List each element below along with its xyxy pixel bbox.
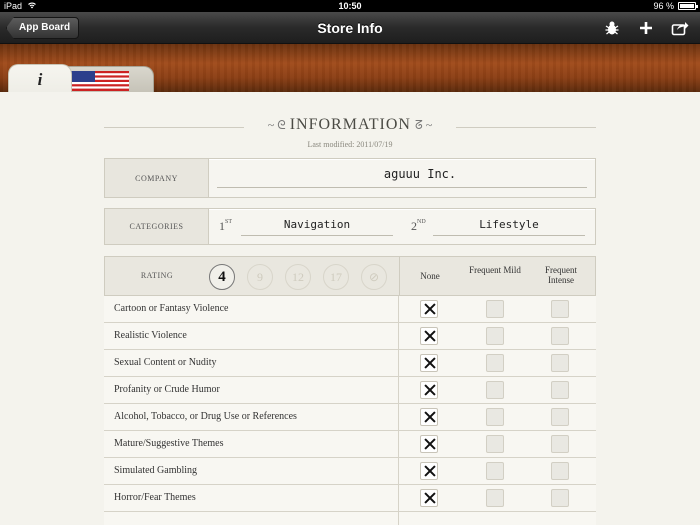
last-modified: Last modified: 2011/07/19	[307, 140, 393, 149]
table-row: Realistic Violence	[104, 323, 596, 350]
navigation-bar: App Board Store Info	[0, 12, 700, 44]
checkbox-frequent-intense[interactable]	[551, 327, 569, 345]
primary-category-underline	[241, 235, 393, 236]
checkbox-frequent-mild[interactable]	[486, 327, 504, 345]
checkbox-none[interactable]	[420, 327, 438, 345]
column-header-frequent-intense: Frequent Intense	[545, 265, 577, 285]
checkbox-frequent-intense[interactable]	[551, 462, 569, 480]
info-tab-label: i	[37, 70, 43, 89]
table-row: Mature/Suggestive Themes	[104, 431, 596, 458]
table-row: Simulated Gambling	[104, 458, 596, 485]
row-label: Cartoon or Fantasy Violence	[114, 303, 229, 314]
rating-badge-12[interactable]: 12	[285, 264, 311, 290]
checkbox-frequent-intense[interactable]	[551, 354, 569, 372]
rating-column-divider	[399, 257, 400, 295]
checkbox-none[interactable]	[420, 489, 438, 507]
row-label: Alcohol, Tobacco, or Drug Use or Referen…	[114, 411, 297, 422]
checkbox-frequent-mild[interactable]	[486, 435, 504, 453]
rating-badge-9[interactable]: 9	[247, 264, 273, 290]
us-flag-icon	[71, 71, 129, 91]
row-label: Realistic Violence	[114, 330, 187, 341]
rating-header: RATING 4 9 12 17 ⊘ None Frequent Mild Fr…	[104, 256, 596, 296]
checkbox-frequent-mild[interactable]	[486, 489, 504, 507]
plus-icon[interactable]	[636, 18, 656, 38]
checkbox-none[interactable]	[420, 381, 438, 399]
us-flag-tab[interactable]	[60, 66, 154, 92]
ornament-right-icon: ᘔ ~	[414, 118, 433, 132]
row-label: Profanity or Crude Humor	[114, 384, 220, 395]
table-row-partial	[104, 512, 596, 525]
row-label: Horror/Fear Themes	[114, 492, 196, 503]
checkbox-frequent-mild[interactable]	[486, 462, 504, 480]
rating-badge-not-rated[interactable]: ⊘	[361, 264, 387, 290]
checkbox-frequent-intense[interactable]	[551, 408, 569, 426]
categories-label: CATEGORIES	[105, 209, 209, 244]
row-label: Sexual Content or Nudity	[114, 357, 217, 368]
table-row: Alcohol, Tobacco, or Drug Use or Referen…	[104, 404, 596, 431]
section-heading: ~ ᘓ INFORMATION ᘔ ~	[0, 116, 700, 134]
table-row: Horror/Fear Themes	[104, 485, 596, 512]
battery-percent: 96 %	[653, 1, 674, 11]
checkbox-frequent-mild[interactable]	[486, 300, 504, 318]
status-bar: iPad 10:50 96 %	[0, 0, 700, 12]
secondary-category-underline	[433, 235, 585, 236]
rating-label: RATING	[140, 271, 174, 280]
company-label: COMPANY	[105, 159, 209, 197]
column-header-frequent-mild: Frequent Mild	[469, 265, 521, 275]
row-label: Simulated Gambling	[114, 465, 198, 476]
primary-category-field[interactable]: Navigation	[241, 218, 393, 231]
section-title: INFORMATION	[289, 116, 411, 133]
table-row: Cartoon or Fantasy Violence	[104, 296, 596, 323]
checkbox-none[interactable]	[420, 354, 438, 372]
share-icon[interactable]	[670, 18, 690, 38]
category-second-ordinal: 2ND	[411, 219, 426, 233]
company-field[interactable]: aguuu Inc.	[245, 167, 595, 181]
checkbox-frequent-mild[interactable]	[486, 381, 504, 399]
checkbox-none[interactable]	[420, 462, 438, 480]
rating-badge-17[interactable]: 17	[323, 264, 349, 290]
ornament-left-icon: ~ ᘓ	[267, 118, 286, 132]
bug-icon[interactable]	[602, 18, 622, 38]
checkbox-frequent-intense[interactable]	[551, 381, 569, 399]
company-panel: COMPANY aguuu Inc.	[104, 158, 596, 198]
checkbox-none[interactable]	[420, 408, 438, 426]
checkbox-frequent-intense[interactable]	[551, 300, 569, 318]
checkbox-frequent-intense[interactable]	[551, 435, 569, 453]
checkbox-none[interactable]	[420, 435, 438, 453]
secondary-category-field[interactable]: Lifestyle	[433, 218, 585, 231]
checkbox-frequent-intense[interactable]	[551, 489, 569, 507]
checkbox-frequent-mild[interactable]	[486, 354, 504, 372]
row-label: Mature/Suggestive Themes	[114, 438, 224, 449]
rating-badge-4[interactable]: 4	[209, 264, 235, 290]
nav-title: Store Info	[317, 20, 383, 36]
table-row: Profanity or Crude Humor	[104, 377, 596, 404]
info-tab[interactable]: i	[8, 64, 72, 94]
battery-icon	[678, 2, 698, 10]
clock: 10:50	[338, 1, 362, 11]
company-underline	[217, 187, 587, 188]
category-first-ordinal: 1ST	[219, 219, 233, 233]
column-header-none: None	[420, 271, 440, 281]
checkbox-none[interactable]	[420, 300, 438, 318]
checkbox-frequent-mild[interactable]	[486, 408, 504, 426]
table-row: Sexual Content or Nudity	[104, 350, 596, 377]
categories-panel: CATEGORIES 1ST Navigation 2ND Lifestyle	[104, 208, 596, 245]
